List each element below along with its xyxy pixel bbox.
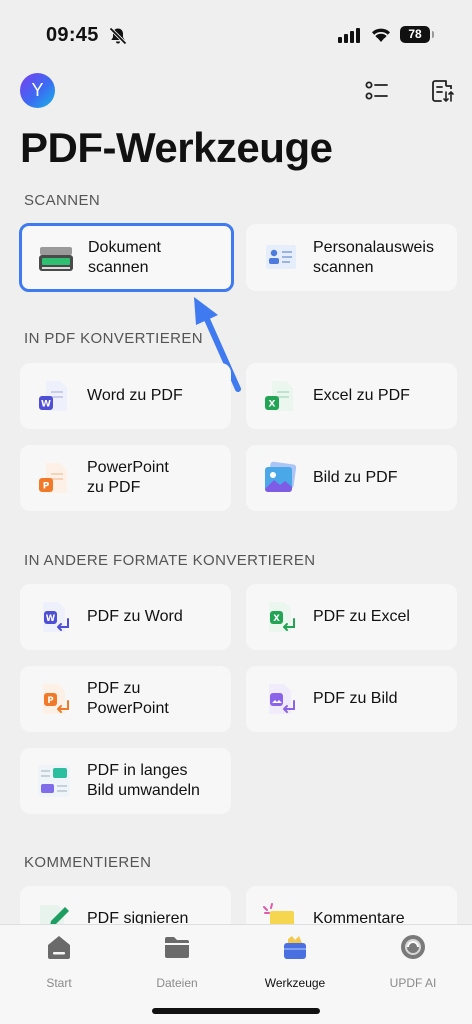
checklist-icon[interactable] bbox=[364, 78, 390, 104]
card-label: Bild zu PDF bbox=[313, 469, 398, 486]
tab-tools[interactable]: Werkzeuge bbox=[245, 933, 345, 990]
avatar[interactable]: Y bbox=[20, 73, 55, 108]
excel-document-icon: X bbox=[265, 381, 293, 411]
svg-text:W: W bbox=[46, 614, 56, 624]
card-label: PowerPoint zu PDF bbox=[87, 459, 169, 496]
tab-label: Dateien bbox=[156, 976, 198, 990]
pdf-to-word-icon: W bbox=[43, 602, 69, 632]
card-pdf-to-word[interactable]: W PDF zu Word bbox=[20, 584, 231, 650]
status-time: 09:45 bbox=[46, 24, 99, 46]
battery-indicator: 78 bbox=[400, 26, 434, 43]
cellular-signal-icon bbox=[338, 27, 360, 43]
page-title: PDF-Werkzeuge bbox=[20, 124, 333, 171]
word-document-icon: W bbox=[39, 381, 67, 411]
tools-icon bbox=[284, 936, 306, 959]
card-label: Personalausweis scannen bbox=[313, 238, 434, 276]
tab-files[interactable]: Dateien bbox=[127, 933, 227, 990]
svg-text:P: P bbox=[43, 482, 50, 492]
folder-icon bbox=[165, 937, 189, 958]
tab-label: Werkzeuge bbox=[264, 976, 326, 990]
card-pdf-to-long-image[interactable]: PDF in langes Bild umwandeln bbox=[20, 748, 231, 814]
card-label: Dokument scannen bbox=[88, 238, 161, 276]
card-scan-id[interactable]: Personalausweis scannen bbox=[246, 224, 457, 291]
card-pdf-to-image[interactable]: PDF zu Bild bbox=[246, 666, 457, 732]
long-image-icon bbox=[38, 765, 70, 797]
svg-text:X: X bbox=[269, 400, 276, 410]
card-powerpoint-to-pdf[interactable]: P PowerPoint zu PDF bbox=[20, 445, 231, 511]
card-label: PDF zu PowerPoint bbox=[87, 680, 169, 717]
section-label-to-pdf: IN PDF KONVERTIEREN bbox=[24, 330, 204, 347]
status-bar: 09:45 78 bbox=[0, 0, 472, 66]
card-pdf-to-excel[interactable]: X PDF zu Excel bbox=[246, 584, 457, 650]
svg-text:X: X bbox=[273, 614, 280, 624]
card-image-to-pdf[interactable]: Bild zu PDF bbox=[246, 445, 457, 511]
scanner-icon bbox=[39, 247, 73, 271]
powerpoint-document-icon: P bbox=[39, 463, 67, 493]
card-label: PDF zu Word bbox=[87, 608, 183, 625]
card-label: PDF zu Excel bbox=[313, 608, 410, 625]
bell-muted-icon bbox=[109, 27, 127, 45]
card-word-to-pdf[interactable]: W Word zu PDF bbox=[20, 363, 231, 429]
svg-text:W: W bbox=[41, 400, 51, 410]
image-icon bbox=[265, 461, 297, 492]
pdf-to-powerpoint-icon: P bbox=[43, 684, 69, 714]
tab-updf-ai[interactable]: UPDF AI bbox=[363, 933, 463, 990]
tab-start[interactable]: Start bbox=[9, 933, 109, 990]
sort-document-icon[interactable] bbox=[430, 78, 456, 104]
card-pdf-to-powerpoint[interactable]: P PDF zu PowerPoint bbox=[20, 666, 231, 732]
section-label-from-pdf: IN ANDERE FORMATE KONVERTIEREN bbox=[24, 552, 316, 569]
pdf-to-image-icon bbox=[269, 684, 295, 714]
card-scan-document[interactable]: Dokument scannen bbox=[19, 223, 234, 292]
section-label-scan: SCANNEN bbox=[24, 192, 101, 209]
tab-label: UPDF AI bbox=[389, 976, 437, 990]
home-icon bbox=[48, 936, 70, 959]
ai-logo-icon bbox=[401, 935, 425, 959]
id-card-icon bbox=[266, 245, 296, 269]
card-label: Excel zu PDF bbox=[313, 387, 410, 404]
svg-text:P: P bbox=[47, 696, 53, 706]
card-excel-to-pdf[interactable]: X Excel zu PDF bbox=[246, 363, 457, 429]
home-indicator bbox=[152, 1008, 320, 1014]
card-label: Word zu PDF bbox=[87, 387, 183, 404]
section-label-comment: KOMMENTIEREN bbox=[24, 854, 152, 871]
tab-label: Start bbox=[46, 976, 72, 990]
card-label: PDF zu Bild bbox=[313, 690, 398, 707]
pdf-to-excel-icon: X bbox=[269, 602, 295, 632]
wifi-icon bbox=[372, 28, 390, 42]
card-label: PDF in langes Bild umwandeln bbox=[87, 762, 200, 799]
